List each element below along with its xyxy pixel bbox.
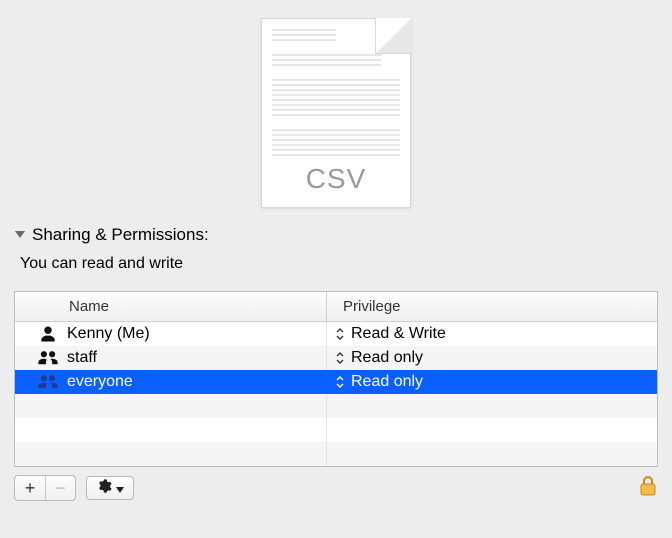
add-button[interactable]: + <box>15 476 45 500</box>
gear-icon <box>96 478 112 498</box>
file-extension-label: CSV <box>262 163 410 195</box>
disclosure-triangle[interactable] <box>14 229 26 241</box>
lock-icon[interactable] <box>638 475 658 501</box>
privilege-cell[interactable]: Read only <box>327 346 657 370</box>
row-name: staff <box>67 349 97 367</box>
section-status: You can read and write <box>20 255 658 273</box>
row-privilege: Read only <box>351 373 423 391</box>
privilege-cell[interactable]: Read only <box>327 370 657 394</box>
table-row <box>15 418 657 442</box>
row-name: everyone <box>67 373 133 391</box>
group-icon <box>37 372 59 392</box>
table-row[interactable]: Kenny (Me) Read & Write <box>15 322 657 346</box>
column-header-privilege[interactable]: Privilege <box>327 292 657 321</box>
chevron-down-icon <box>116 480 124 497</box>
row-name: Kenny (Me) <box>67 325 150 343</box>
table-row <box>15 394 657 418</box>
action-menu-button[interactable] <box>86 476 134 500</box>
add-remove-segment: + − <box>14 475 76 501</box>
doc-lines <box>272 29 400 167</box>
section-title: Sharing & Permissions: <box>32 225 209 245</box>
table-row[interactable]: everyone Read only <box>15 370 657 394</box>
file-icon: CSV <box>261 18 411 208</box>
remove-button[interactable]: − <box>45 476 75 500</box>
row-privilege: Read & Write <box>351 325 446 343</box>
group-icon <box>37 348 59 368</box>
table-row[interactable]: staff Read only <box>15 346 657 370</box>
column-header-name[interactable]: Name <box>15 292 327 321</box>
row-privilege: Read only <box>351 349 423 367</box>
table-row <box>15 442 657 466</box>
privilege-cell[interactable]: Read & Write <box>327 322 657 346</box>
permissions-table: Name Privilege Kenny (Me) Read & Write sta… <box>14 291 658 467</box>
file-preview-area: CSV <box>0 0 672 225</box>
user-icon <box>37 324 59 344</box>
